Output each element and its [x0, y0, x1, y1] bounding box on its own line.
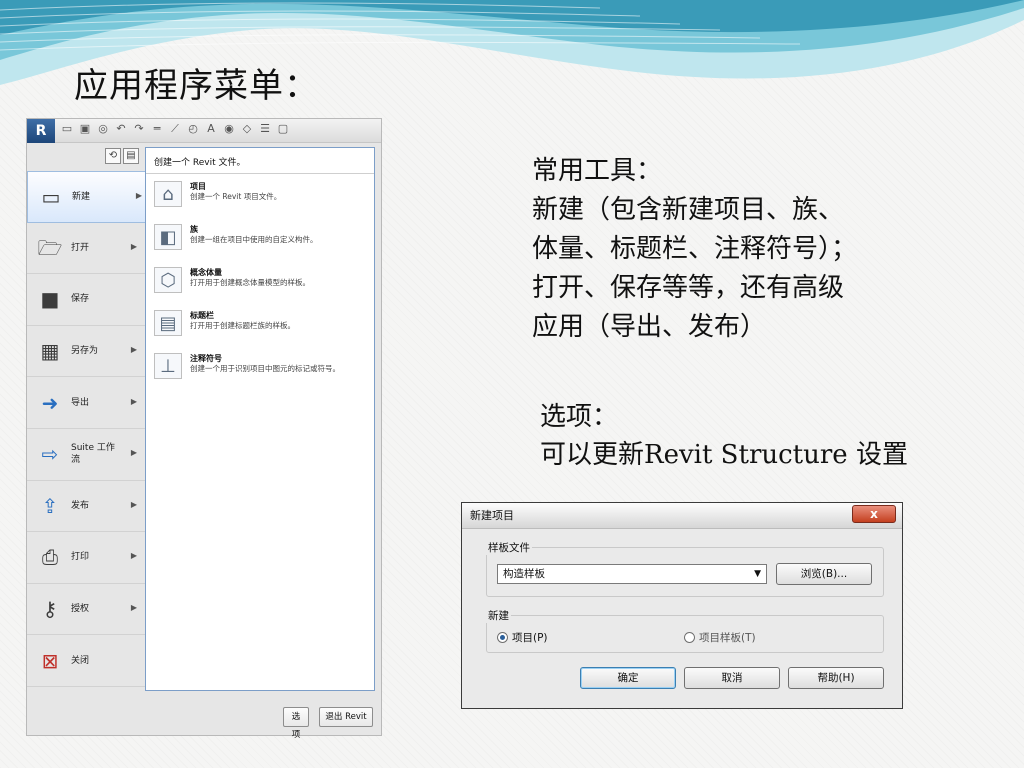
save-icon: ■	[40, 287, 60, 312]
options-button[interactable]: 选项	[283, 707, 309, 740]
application-button[interactable]: R	[27, 119, 55, 143]
submenu-item-family[interactable]: ◧ 族 创建一组在项目中使用的自定义构件。	[146, 217, 374, 260]
submenu-item-title-block[interactable]: ▤ 标题栏 打开用于创建标题栏族的样板。	[146, 303, 374, 346]
close-file-icon: ⊠	[41, 648, 59, 673]
family-icon: ◧	[154, 224, 182, 250]
conceptual-mass-icon: ⬡	[154, 267, 182, 293]
submenu-item-conceptual-mass[interactable]: ⬡ 概念体量 打开用于创建概念体量模型的样板。	[146, 260, 374, 303]
menu-item-close[interactable]: ⊠ 关闭	[27, 635, 145, 687]
chevron-right-icon: ▶	[130, 448, 137, 458]
common-tools-note: 常用工具： 新建（包含新建项目、族、 体量、标题栏、注释符号）； 打开、保存等等…	[532, 156, 858, 342]
tag-icon[interactable]: ◴	[187, 122, 199, 136]
3d-view-icon[interactable]: ◉	[223, 122, 235, 136]
chevron-right-icon: ▶	[130, 603, 137, 613]
browse-button[interactable]: 浏览(B)...	[776, 563, 872, 585]
annotation-symbol-icon: ⊥	[154, 353, 182, 379]
measure-icon[interactable]: ═	[151, 122, 163, 136]
recent-documents-icon[interactable]: ⟲	[105, 148, 121, 164]
menu-item-publish[interactable]: ⇪ 发布 ▶	[27, 481, 145, 533]
radio-selected-icon	[497, 632, 508, 643]
chevron-right-icon: ▶	[130, 241, 137, 251]
chevron-right-icon: ▶	[130, 499, 137, 509]
radio-project-template[interactable]: 项目样板(T)	[684, 630, 756, 645]
menu-item-new[interactable]: ▭ 新建 ▶	[27, 171, 151, 223]
application-menu-list: ▭ 新建 ▶ 🗁 打开 ▶ ■ 保存 ▦ 另存为 ▶ ➜ 导出 ▶ ⇨ Suit…	[27, 171, 151, 687]
submenu-item-annotation-symbol[interactable]: ⊥ 注释符号 创建一个用于识别项目中图元的标记或符号。	[146, 346, 374, 389]
undo-icon[interactable]: ↶	[115, 122, 127, 136]
text-icon[interactable]: A	[205, 122, 217, 136]
new-group-label: 新建	[486, 608, 511, 623]
quick-access-toolbar: R ▭ ▣ ◎ ↶ ↷ ═ ⟋ ◴ A ◉ ◇ ☰ ▢	[27, 119, 381, 143]
suite-workflow-icon: ⇨	[41, 442, 59, 467]
exit-revit-button[interactable]: 退出 Revit	[319, 707, 373, 727]
open-folder-icon: 🗁	[37, 235, 63, 260]
radio-unselected-icon	[684, 632, 695, 643]
revit-application-menu: R ▭ ▣ ◎ ↶ ↷ ═ ⟋ ◴ A ◉ ◇ ☰ ▢ ⟲ ▤ ▭ 新建 ▶ 🗁…	[26, 118, 382, 740]
dimension-icon[interactable]: ⟋	[169, 122, 181, 136]
flyout-header: 创建一个 Revit 文件。	[146, 148, 374, 174]
options-note: 选项： 可以更新Revit Structure 设置	[540, 402, 908, 470]
menu-item-save-as[interactable]: ▦ 另存为 ▶	[27, 326, 145, 378]
chevron-right-icon: ▶	[130, 345, 137, 355]
open-icon[interactable]: ▭	[61, 122, 73, 136]
radio-project[interactable]: 项目(P)	[497, 630, 548, 645]
close-windows-icon[interactable]: ▢	[277, 122, 289, 136]
open-documents-icon[interactable]: ▤	[123, 148, 139, 164]
redo-icon[interactable]: ↷	[133, 122, 145, 136]
slide-title: 应用程序菜单：	[74, 66, 319, 106]
license-key-icon: ⚷	[42, 597, 58, 622]
menu-item-print[interactable]: ⎙ 打印 ▶	[27, 532, 145, 584]
menu-item-suite-workflow[interactable]: ⇨ Suite 工作流 ▶	[27, 429, 145, 481]
submenu-item-project[interactable]: ⌂ 项目 创建一个 Revit 项目文件。	[146, 174, 374, 217]
chevron-right-icon: ▶	[135, 190, 142, 200]
publish-icon: ⇪	[41, 493, 59, 518]
new-file-icon: ▭	[41, 184, 61, 209]
menu-item-export[interactable]: ➜ 导出 ▶	[27, 377, 145, 429]
project-icon: ⌂	[154, 181, 182, 207]
ok-button[interactable]: 确定	[580, 667, 676, 689]
save-icon[interactable]: ▣	[79, 122, 91, 136]
menu-item-open[interactable]: 🗁 打开 ▶	[27, 223, 145, 275]
dropdown-arrow-icon: ▼	[754, 569, 761, 579]
chevron-right-icon: ▶	[130, 551, 137, 561]
title-block-icon: ▤	[154, 310, 182, 336]
export-icon: ➜	[41, 390, 59, 415]
new-submenu-flyout: 创建一个 Revit 文件。 ⌂ 项目 创建一个 Revit 项目文件。 ◧ 族…	[145, 147, 375, 691]
chevron-right-icon: ▶	[130, 396, 137, 406]
sync-icon[interactable]: ◎	[97, 122, 109, 136]
cancel-button[interactable]: 取消	[684, 667, 780, 689]
template-group-label: 样板文件	[486, 540, 532, 555]
print-icon: ⎙	[42, 545, 58, 570]
menu-item-license[interactable]: ⚷ 授权 ▶	[27, 584, 145, 636]
dialog-title: 新建项目	[462, 503, 902, 529]
thin-lines-icon[interactable]: ☰	[259, 122, 271, 136]
save-as-icon: ▦	[40, 339, 60, 364]
section-icon[interactable]: ◇	[241, 122, 253, 136]
template-select[interactable]: 构造样板 ▼	[497, 564, 767, 584]
dialog-close-button[interactable]: x	[852, 505, 896, 523]
new-project-dialog: 新建项目 x 样板文件 构造样板 ▼ 浏览(B)... 新建 项目(P) 项目样…	[461, 502, 903, 709]
menu-item-save[interactable]: ■ 保存	[27, 274, 145, 326]
help-button[interactable]: 帮助(H)	[788, 667, 884, 689]
